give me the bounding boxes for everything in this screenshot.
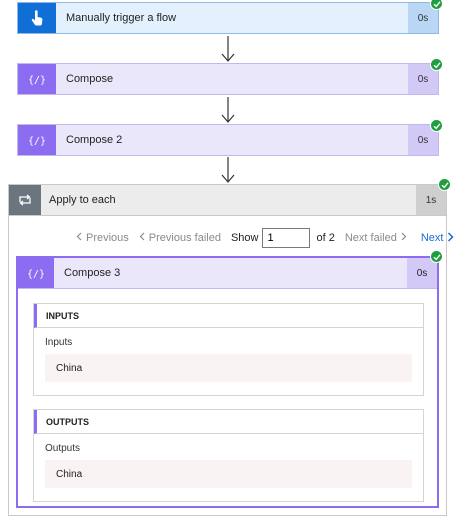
success-check-icon bbox=[438, 178, 451, 191]
svg-text:{/}: {/} bbox=[28, 269, 44, 280]
loop-icon bbox=[9, 185, 41, 215]
hand-tap-icon bbox=[18, 3, 56, 33]
compose-3-title: Compose 3 bbox=[64, 267, 121, 279]
iteration-pager: Previous Previous failed Show of 2 Next … bbox=[76, 228, 455, 248]
compose-braces-icon: {/} bbox=[18, 125, 56, 155]
success-check-icon bbox=[430, 58, 443, 71]
previous-failed-label: Previous failed bbox=[148, 232, 221, 244]
previous-button[interactable]: Previous bbox=[76, 232, 129, 244]
compose-3-header[interactable]: {/} Compose 3 0s bbox=[18, 258, 437, 289]
compose-3-duration: 0s bbox=[407, 258, 437, 288]
inputs-section: INPUTS Inputs China bbox=[33, 303, 424, 396]
inputs-value: China bbox=[45, 354, 412, 382]
previous-failed-button[interactable]: Previous failed bbox=[139, 232, 221, 244]
next-failed-label: Next failed bbox=[344, 232, 397, 244]
success-check-icon bbox=[430, 0, 443, 10]
page-count-label: of 2 bbox=[316, 232, 335, 244]
compose-braces-icon: {/} bbox=[18, 64, 56, 94]
flow-arrow-icon bbox=[221, 157, 235, 183]
chevron-right-icon bbox=[401, 232, 407, 244]
compose-3-card[interactable]: {/} Compose 3 0s INPUTS Inputs China OUT… bbox=[16, 256, 439, 508]
apply-to-each-card[interactable]: Apply to each 1s bbox=[8, 184, 447, 216]
next-label: Next bbox=[420, 232, 444, 244]
compose-title: Compose bbox=[66, 73, 114, 85]
success-check-icon bbox=[430, 250, 443, 263]
flow-arrow-icon bbox=[221, 97, 235, 123]
chevron-right-icon bbox=[447, 231, 455, 245]
flow-arrow-icon bbox=[221, 36, 235, 62]
success-check-icon bbox=[430, 119, 443, 132]
show-label: Show bbox=[230, 232, 259, 244]
compose-braces-icon: {/} bbox=[18, 258, 54, 288]
previous-label: Previous bbox=[86, 232, 129, 244]
outputs-header: OUTPUTS bbox=[34, 410, 423, 434]
iteration-number-input[interactable] bbox=[262, 228, 311, 248]
inputs-label: Inputs bbox=[45, 337, 73, 348]
compose-2-card[interactable]: {/} Compose 2 0s bbox=[17, 124, 439, 156]
outputs-value: China bbox=[45, 460, 412, 488]
outputs-section: OUTPUTS Outputs China bbox=[33, 409, 424, 502]
compose-2-title: Compose 2 bbox=[66, 134, 123, 146]
chevron-left-icon bbox=[139, 232, 145, 244]
apply-to-each-title: Apply to each bbox=[49, 194, 116, 206]
outputs-label: Outputs bbox=[45, 443, 81, 454]
next-failed-button[interactable]: Next failed bbox=[345, 232, 407, 244]
trigger-title: Manually trigger a flow bbox=[66, 12, 177, 24]
svg-text:{/}: {/} bbox=[29, 75, 45, 86]
compose-card[interactable]: {/} Compose 0s bbox=[17, 63, 439, 95]
inputs-header: INPUTS bbox=[34, 304, 423, 328]
trigger-card[interactable]: Manually trigger a flow 0s bbox=[17, 2, 439, 34]
next-button[interactable]: Next bbox=[420, 231, 455, 245]
chevron-left-icon bbox=[76, 232, 82, 244]
svg-text:{/}: {/} bbox=[29, 136, 45, 147]
